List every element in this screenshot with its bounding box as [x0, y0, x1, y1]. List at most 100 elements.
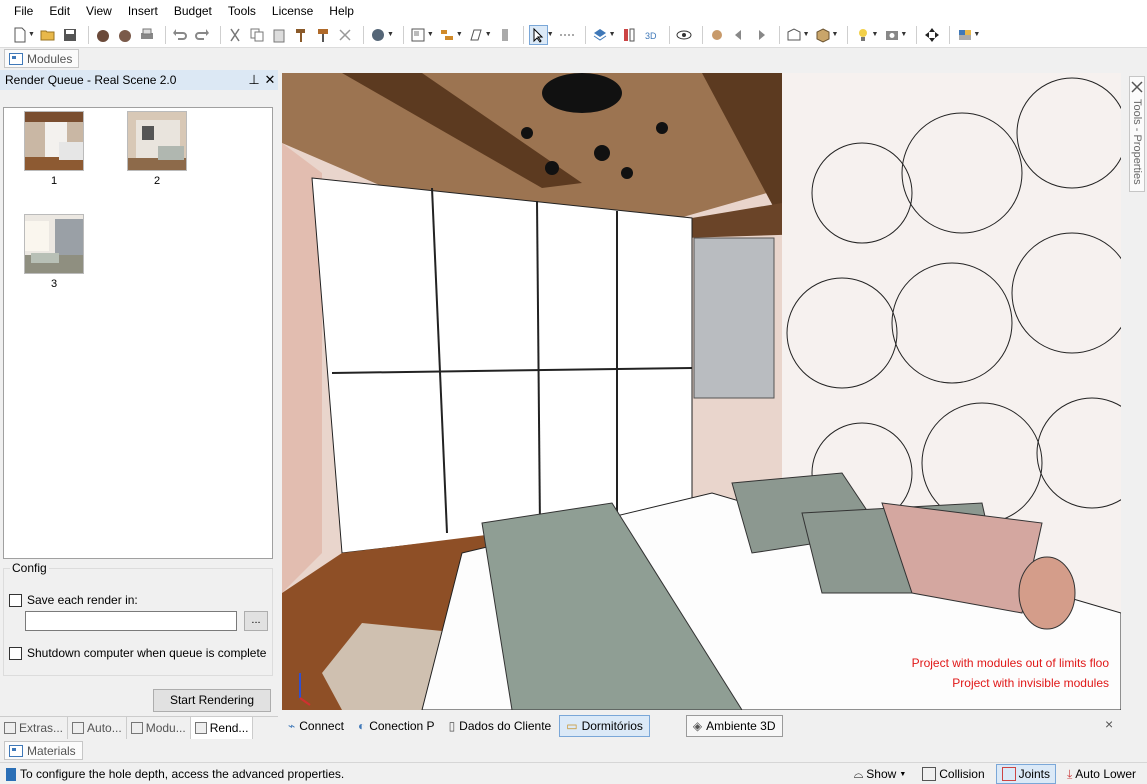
svg-text:3D: 3D: [645, 31, 657, 41]
extras-icon: [4, 722, 16, 734]
panel-icon[interactable]: [496, 25, 515, 45]
modules-tab[interactable]: Modules: [4, 49, 80, 68]
budget-icon[interactable]: [369, 25, 388, 45]
save-each-render-label: Save each render in:: [27, 593, 138, 607]
measure-icon[interactable]: [558, 25, 577, 45]
tab-ambiente-3d[interactable]: ◈ Ambiente 3D: [685, 714, 783, 737]
room-view-icon[interactable]: [785, 25, 804, 45]
render-thumbnail[interactable]: 1: [23, 111, 85, 191]
status-message-text: To configure the hole depth, access the …: [20, 767, 345, 781]
elevation-icon[interactable]: [620, 25, 639, 45]
menu-edit[interactable]: Edit: [41, 0, 78, 22]
collision-label: Collision: [939, 767, 985, 781]
tab-conection-p-label: Conection P: [369, 718, 435, 733]
status-message: To configure the hole depth, access the …: [6, 767, 344, 781]
render-queue-list[interactable]: 1 2 3: [3, 107, 273, 559]
move-all-icon[interactable]: [922, 25, 941, 45]
auto-lower-icon: ⤓: [1066, 766, 1073, 781]
cut-icon[interactable]: [226, 25, 245, 45]
light-icon[interactable]: [853, 25, 872, 45]
modules-icon: [130, 722, 143, 734]
save-path-input[interactable]: [25, 611, 237, 631]
tools-properties-tab[interactable]: Tools - Properties: [1129, 76, 1145, 192]
tab-dados-do-cliente[interactable]: ▯ Dados do Cliente: [443, 715, 558, 737]
thumbnail-label: 3: [50, 278, 58, 290]
camera-icon[interactable]: [882, 25, 901, 45]
thumbnail-label: 2: [153, 175, 161, 187]
menu-license[interactable]: License: [264, 0, 321, 22]
move-left-icon[interactable]: [730, 25, 749, 45]
undo-icon[interactable]: [171, 25, 190, 45]
connection-icon: ◐: [357, 718, 366, 733]
tab-extras-label: Extras...: [19, 721, 64, 735]
tab-extras[interactable]: Extras...: [0, 717, 69, 739]
tab-render[interactable]: Rend...: [190, 717, 254, 739]
tab-connect[interactable]: ⌁ Connect: [282, 715, 350, 737]
menu-tools[interactable]: Tools: [220, 0, 264, 22]
collision-button[interactable]: Collision: [917, 764, 989, 784]
tab-connect-label: Connect: [299, 718, 344, 733]
render-icon[interactable]: [94, 25, 113, 45]
new-file-icon[interactable]: [10, 25, 29, 45]
format-paint-icon[interactable]: [314, 25, 333, 45]
layers-icon[interactable]: [591, 25, 610, 45]
move-right-icon[interactable]: [752, 25, 771, 45]
tab-auto[interactable]: Auto...: [68, 717, 127, 739]
select-pointer-icon[interactable]: [528, 24, 548, 45]
render-preview: [127, 111, 187, 171]
shape-icon[interactable]: [467, 25, 486, 45]
copy-icon[interactable]: [248, 25, 267, 45]
thumbnail-label: 1: [50, 175, 58, 187]
ambiente-3d-icon: ◈: [692, 718, 703, 733]
palette-icon[interactable]: [955, 25, 974, 45]
folder-icon: ▭: [566, 718, 578, 733]
menu-view[interactable]: View: [78, 0, 120, 22]
materials-strip: Materials: [0, 740, 1147, 762]
tab-conection-p[interactable]: ◐ Conection P: [352, 715, 441, 737]
modules-strip: Modules: [0, 48, 1147, 70]
shutdown-checkbox[interactable]: [9, 646, 22, 660]
delete-icon[interactable]: [336, 25, 355, 45]
menu-help[interactable]: Help: [321, 0, 362, 22]
show-label: Show: [866, 767, 897, 781]
save-each-render-checkbox[interactable]: [9, 593, 22, 607]
menu-file[interactable]: File: [6, 0, 41, 22]
menu-budget[interactable]: Budget: [166, 0, 220, 22]
menu-insert[interactable]: Insert: [120, 0, 166, 22]
paste-icon[interactable]: [270, 25, 289, 45]
module-layout-icon[interactable]: [409, 25, 428, 45]
save-each-render-row: Save each render in:: [9, 593, 138, 607]
pin-icon[interactable]: ⊥: [246, 72, 262, 88]
tab-auto-label: Auto...: [87, 721, 122, 735]
modules-icon: [9, 52, 23, 65]
view-3d-icon[interactable]: 3D: [642, 25, 661, 45]
3d-viewport[interactable]: Project with modules out of limits floo …: [282, 73, 1121, 710]
tab-dormitorios-label: Dormitórios: [581, 718, 643, 733]
tab-dormitorios[interactable]: ▭ Dormitórios: [559, 714, 650, 737]
hammer-icon[interactable]: [292, 25, 311, 45]
rotate-icon[interactable]: [708, 25, 727, 45]
browse-button[interactable]: ...: [244, 611, 268, 631]
render-settings-icon[interactable]: [116, 25, 135, 45]
status-bar: To configure the hole depth, access the …: [0, 762, 1147, 784]
render-thumbnail[interactable]: 3: [23, 214, 85, 294]
box-icon[interactable]: [814, 25, 833, 45]
redo-icon[interactable]: [193, 25, 212, 45]
close-document-icon[interactable]: ×: [1105, 716, 1113, 732]
materials-tab[interactable]: Materials: [4, 741, 83, 760]
start-rendering-button[interactable]: Start Rendering: [153, 689, 271, 712]
print-icon[interactable]: [138, 25, 157, 45]
align-icon[interactable]: [438, 25, 457, 45]
shutdown-row: Shutdown computer when queue is complete: [9, 646, 266, 660]
close-icon[interactable]: ✕: [262, 72, 278, 88]
render-thumbnail[interactable]: 2: [126, 111, 188, 191]
show-button[interactable]: ⌓ Show ▼: [849, 764, 911, 784]
panel-header: Render Queue - Real Scene 2.0 ⊥ ✕: [0, 70, 278, 90]
auto-lower-button[interactable]: ⤓ Auto Lower: [1062, 764, 1141, 784]
save-icon[interactable]: [61, 25, 80, 45]
open-folder-icon[interactable]: [39, 25, 58, 45]
tab-modules[interactable]: Modu...: [127, 717, 191, 739]
joints-button[interactable]: Joints: [995, 764, 1056, 784]
eye-icon[interactable]: [675, 25, 694, 45]
tab-render-label: Rend...: [209, 721, 249, 735]
